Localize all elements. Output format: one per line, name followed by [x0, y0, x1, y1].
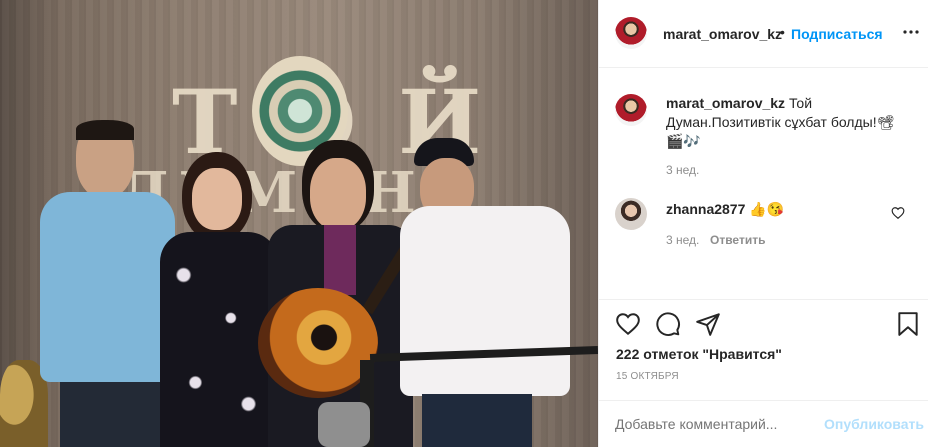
caption-owner-avatar[interactable]: [615, 94, 647, 126]
owner-avatar[interactable]: [615, 17, 647, 49]
person-man-white-sweatshirt: [400, 138, 570, 447]
commenter-avatar[interactable]: [615, 198, 647, 230]
like-heart-icon[interactable]: [615, 311, 641, 337]
post-photo[interactable]: ТОЙ ДУМАН: [0, 0, 598, 447]
comment-item: zhanna2877 👍😘 3 нед. Ответить: [599, 192, 928, 252]
caption-text-block: marat_omarov_kz Той Думан.Позитивтік сұх…: [666, 94, 906, 151]
comment-like-icon[interactable]: [891, 206, 905, 220]
post-date[interactable]: 15 ОКТЯБРЯ: [616, 371, 679, 382]
share-send-icon[interactable]: [695, 311, 721, 337]
comment-time[interactable]: 3 нед.: [666, 233, 699, 247]
comment-input[interactable]: [615, 413, 815, 435]
separator-dot: •: [780, 24, 785, 40]
comment-bubble-icon[interactable]: [655, 311, 681, 337]
caption-time[interactable]: 3 нед.: [666, 163, 699, 177]
post-header: marat_omarov_kz • Подписаться: [599, 0, 928, 68]
owner-username[interactable]: marat_omarov_kz: [663, 26, 782, 42]
add-comment-form: Опубликовать: [599, 400, 928, 447]
action-bar: 222 отметок "Нравится" 15 ОКТЯБРЯ: [599, 299, 928, 399]
likes-count[interactable]: 222 отметок "Нравится": [616, 346, 782, 362]
follow-button[interactable]: Подписаться: [791, 26, 883, 42]
post-side-panel: marat_omarov_kz • Подписаться marat_omar…: [598, 0, 928, 447]
more-icon[interactable]: [899, 20, 923, 44]
person-man-blue-shirt: [40, 120, 175, 447]
publish-button[interactable]: Опубликовать: [824, 416, 924, 432]
bookmark-icon[interactable]: [895, 311, 921, 337]
microphone: [318, 402, 370, 447]
caption-username[interactable]: marat_omarov_kz: [666, 95, 785, 111]
caption-block: marat_omarov_kz Той Думан.Позитивтік сұх…: [599, 78, 928, 178]
comment-text-block: zhanna2877 👍😘: [666, 201, 886, 218]
reply-button[interactable]: Ответить: [710, 233, 765, 247]
comment-username[interactable]: zhanna2877: [666, 201, 745, 217]
comment-text: 👍😘: [749, 201, 785, 217]
